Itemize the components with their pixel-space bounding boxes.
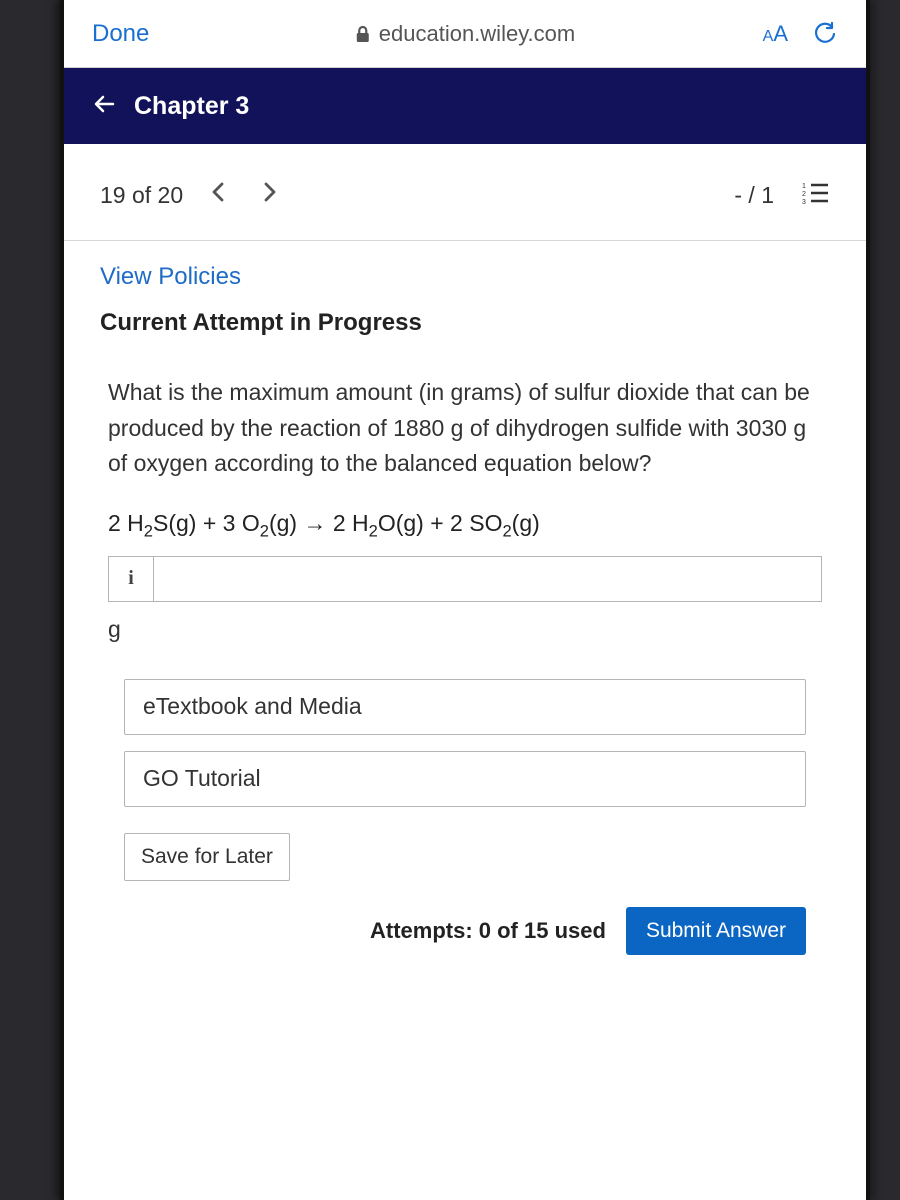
view-policies-link[interactable]: View Policies (100, 263, 830, 291)
question-count: 19 of 20 (100, 182, 183, 209)
tutorial-button[interactable]: GO Tutorial (124, 751, 806, 807)
lock-icon (355, 25, 371, 43)
prev-question-button[interactable] (201, 178, 235, 212)
question-text: What is the maximum amount (in grams) of… (64, 347, 866, 492)
info-icon[interactable]: i (108, 556, 154, 602)
answer-input[interactable] (154, 556, 822, 602)
text-size-button[interactable]: AA (763, 21, 788, 47)
attempt-status: Current Attempt in Progress (100, 309, 830, 337)
attempts-text: Attempts: 0 of 15 used (370, 918, 606, 944)
url-text: education.wiley.com (379, 21, 575, 47)
equation: 2 H2S(g) + 3 O2(g) → 2 H2O(g) + 2 SO2(g) (64, 492, 866, 556)
question-list-icon[interactable]: 1 2 3 (802, 181, 830, 210)
url-display[interactable]: education.wiley.com (355, 21, 575, 47)
safari-toolbar: Done education.wiley.com AA (64, 0, 866, 68)
svg-text:1: 1 (802, 183, 806, 190)
next-question-button[interactable] (253, 178, 287, 212)
etextbook-button[interactable]: eTextbook and Media (124, 679, 806, 735)
done-button[interactable]: Done (92, 20, 149, 48)
unit-label: g (64, 610, 866, 671)
chapter-title: Chapter 3 (134, 92, 249, 121)
svg-text:3: 3 (802, 199, 806, 205)
save-for-later-button[interactable]: Save for Later (124, 833, 290, 881)
chapter-header: Chapter 3 (64, 68, 866, 144)
reload-icon[interactable] (812, 21, 838, 47)
svg-text:2: 2 (802, 191, 806, 198)
back-arrow-icon[interactable] (92, 91, 118, 122)
question-nav: 19 of 20 - / 1 1 2 3 (64, 144, 866, 241)
score-display: - / 1 (734, 182, 774, 209)
submit-answer-button[interactable]: Submit Answer (626, 907, 806, 955)
